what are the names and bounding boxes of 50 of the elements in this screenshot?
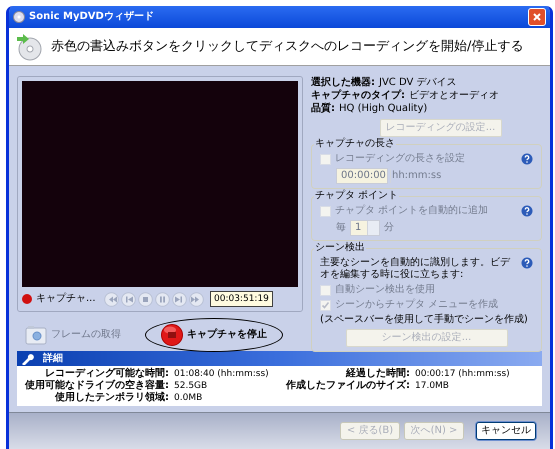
prefix-label: 毎: [336, 222, 346, 234]
unit-label: hh:mm:ss: [392, 170, 442, 182]
instruction-text: 赤色の書込みボタンをクリックしてディスクへのレコーディングを開始/停止する: [51, 40, 524, 52]
detail-value: 17.0MB: [415, 380, 450, 392]
help-icon[interactable]: [521, 205, 533, 217]
checkbox-label: レコーディングの長さを設定: [335, 153, 465, 165]
detail-label: 使用可能なドライブの空き容量:: [24, 380, 169, 392]
close-icon: [532, 12, 542, 22]
detail-label: レコーディング可能な時間:: [44, 368, 169, 379]
detail-value: 01:08:40 (hh:mm:ss): [174, 368, 270, 380]
close-button[interactable]: [528, 8, 546, 26]
info-label: キャプチャのタイプ:: [311, 89, 405, 102]
info-value: JVC DV デバイス: [379, 76, 456, 89]
detail-value: 00:00:17 (hh:mm:ss): [415, 368, 511, 380]
stop-button[interactable]: [138, 292, 153, 306]
disc-icon: [13, 11, 25, 23]
window-title: Sonic MyDVDウィザード: [29, 11, 155, 23]
detail-label: 使用したテンポラリ領域:: [54, 392, 169, 404]
info-value: HQ (High Quality): [339, 102, 428, 115]
checkbox-label: チャプタ ポイントを自動的に追加: [335, 205, 488, 217]
camera-icon: [25, 325, 47, 345]
detail-value: 52.5GB: [174, 380, 208, 392]
note-text: (スペースバーを使用して手動でシーンを作成): [320, 314, 529, 326]
group-title: チャプタ ポイント: [314, 190, 400, 202]
detail-label: 作成したファイルのサイズ:: [284, 380, 410, 392]
group-title: シーン検出: [314, 242, 366, 254]
disc-arrow-icon: [15, 32, 43, 60]
info-label: 品質:: [311, 102, 335, 115]
rewind-button[interactable]: [104, 292, 119, 306]
footer-button[interactable]: キャンセル: [476, 422, 536, 440]
group-title: キャプチャの長さ: [314, 138, 396, 150]
timecode-display: 00:03:51:19: [210, 291, 273, 307]
checkbox-label: シーンからチャプタ メニューを作成: [335, 299, 498, 311]
action-button[interactable]: キャプチャを停止: [161, 324, 267, 346]
help-icon[interactable]: [521, 257, 533, 269]
record-stop-icon: [161, 324, 183, 346]
details-title: 詳細: [43, 352, 63, 364]
detail-label: 経過した時間:: [344, 368, 410, 380]
detail-value: 0.0MB: [174, 392, 204, 404]
unit-label: 分: [384, 222, 394, 234]
help-icon[interactable]: [521, 153, 533, 165]
info-label: 選択した機器:: [311, 76, 375, 89]
step-back-button[interactable]: [121, 292, 136, 306]
info-value: ビデオとオーディオ: [409, 89, 499, 102]
checkbox-label: 自動シーン検出を使用: [335, 284, 435, 296]
pause-button[interactable]: [155, 292, 170, 306]
description-text: 主要なシーンを自動的に識別します。ビデオを編集する時に役に立ちます:: [320, 257, 512, 281]
fast-forward-button[interactable]: [189, 292, 204, 306]
step-forward-button[interactable]: [172, 292, 187, 306]
status-label: キャプチャ...: [36, 293, 97, 305]
